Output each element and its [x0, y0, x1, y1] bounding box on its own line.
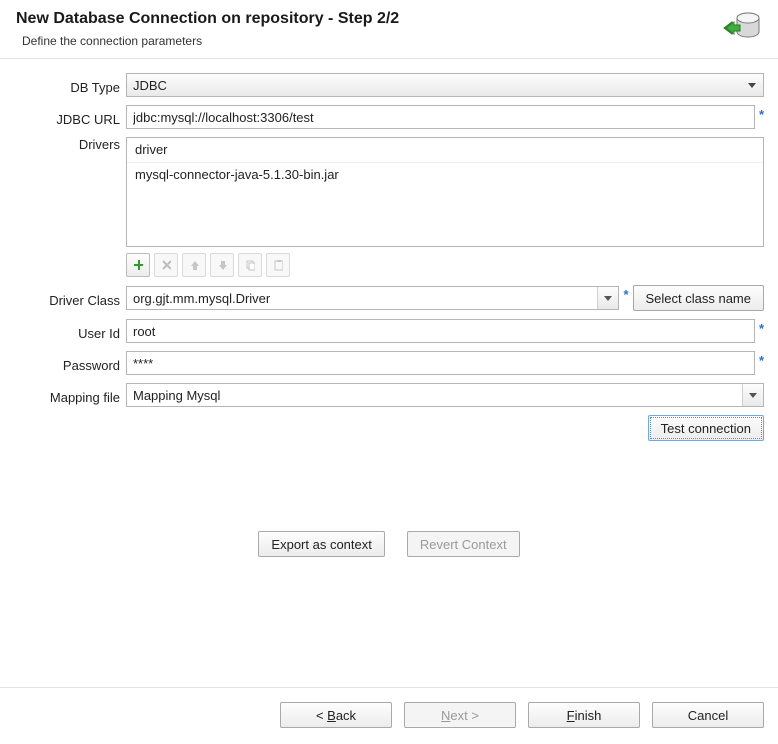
plus-icon [133, 259, 143, 271]
next-button[interactable]: Next > [404, 702, 516, 728]
label-mapping-file: Mapping file [50, 386, 120, 405]
label-user-id: User Id [78, 322, 120, 341]
driver-item[interactable]: driver [127, 138, 763, 162]
mnemonic-letter: F [567, 708, 575, 723]
wizard-body: DB Type JDBC JDBC URL * Drivers driver m… [0, 59, 778, 687]
drivers-area: driver mysql-connector-java-5.1.30-bin.j… [126, 137, 764, 277]
driver-class-combo[interactable] [126, 286, 619, 310]
label-drivers: Drivers [79, 137, 120, 152]
drivers-list[interactable]: driver mysql-connector-java-5.1.30-bin.j… [126, 137, 764, 247]
wizard-dialog: New Database Connection on repository - … [0, 0, 778, 744]
cross-icon [161, 259, 171, 271]
revert-context-button[interactable]: Revert Context [407, 531, 520, 557]
test-connection-row: Test connection [14, 415, 764, 441]
connection-form: DB Type JDBC JDBC URL * Drivers driver m… [14, 73, 764, 407]
remove-driver-button[interactable] [154, 253, 178, 277]
page-title: New Database Connection on repository - … [16, 10, 399, 28]
user-id-row: * [126, 319, 764, 343]
copy-button[interactable] [238, 253, 262, 277]
jdbc-url-row: * [126, 105, 764, 129]
context-buttons-row: Export as context Revert Context [14, 531, 764, 557]
cancel-button[interactable]: Cancel [652, 702, 764, 728]
db-type-select-wrap: JDBC [126, 73, 764, 97]
password-input[interactable] [126, 351, 755, 375]
page-subtitle: Define the connection parameters [16, 34, 399, 48]
database-icon [722, 10, 762, 46]
move-down-button[interactable] [210, 253, 234, 277]
label-jdbc-url: JDBC URL [56, 108, 120, 127]
driver-class-row: * Select class name [126, 285, 764, 311]
wizard-footer: < Back Next > Finish Cancel [0, 687, 778, 744]
back-button[interactable]: < Back [280, 702, 392, 728]
arrow-down-icon [217, 259, 227, 271]
db-type-select[interactable]: JDBC [126, 73, 764, 97]
copy-icon [245, 259, 255, 271]
mnemonic-letter: B [327, 708, 336, 723]
driver-item[interactable]: mysql-connector-java-5.1.30-bin.jar [127, 162, 763, 187]
required-indicator: * [759, 353, 764, 368]
label-driver-class: Driver Class [49, 289, 120, 308]
wizard-header: New Database Connection on repository - … [0, 0, 778, 59]
required-indicator: * [759, 321, 764, 336]
export-as-context-button[interactable]: Export as context [258, 531, 384, 557]
mapping-file-combo-wrap [126, 383, 764, 407]
finish-button[interactable]: Finish [528, 702, 640, 728]
drivers-toolbar [126, 253, 764, 277]
wizard-header-text: New Database Connection on repository - … [16, 10, 399, 48]
select-class-name-button[interactable]: Select class name [633, 285, 765, 311]
required-indicator: * [759, 107, 764, 122]
move-up-button[interactable] [182, 253, 206, 277]
jdbc-url-input[interactable] [126, 105, 755, 129]
label-password: Password [63, 354, 120, 373]
mapping-file-combo[interactable] [126, 383, 764, 407]
password-row: * [126, 351, 764, 375]
driver-class-combo-wrap [126, 286, 619, 310]
paste-icon [273, 259, 283, 271]
label-db-type: DB Type [70, 76, 120, 95]
add-driver-button[interactable] [126, 253, 150, 277]
user-id-input[interactable] [126, 319, 755, 343]
required-indicator: * [623, 287, 628, 302]
test-connection-button[interactable]: Test connection [648, 415, 764, 441]
paste-button[interactable] [266, 253, 290, 277]
arrow-up-icon [189, 259, 199, 271]
mnemonic-letter: N [441, 708, 450, 723]
